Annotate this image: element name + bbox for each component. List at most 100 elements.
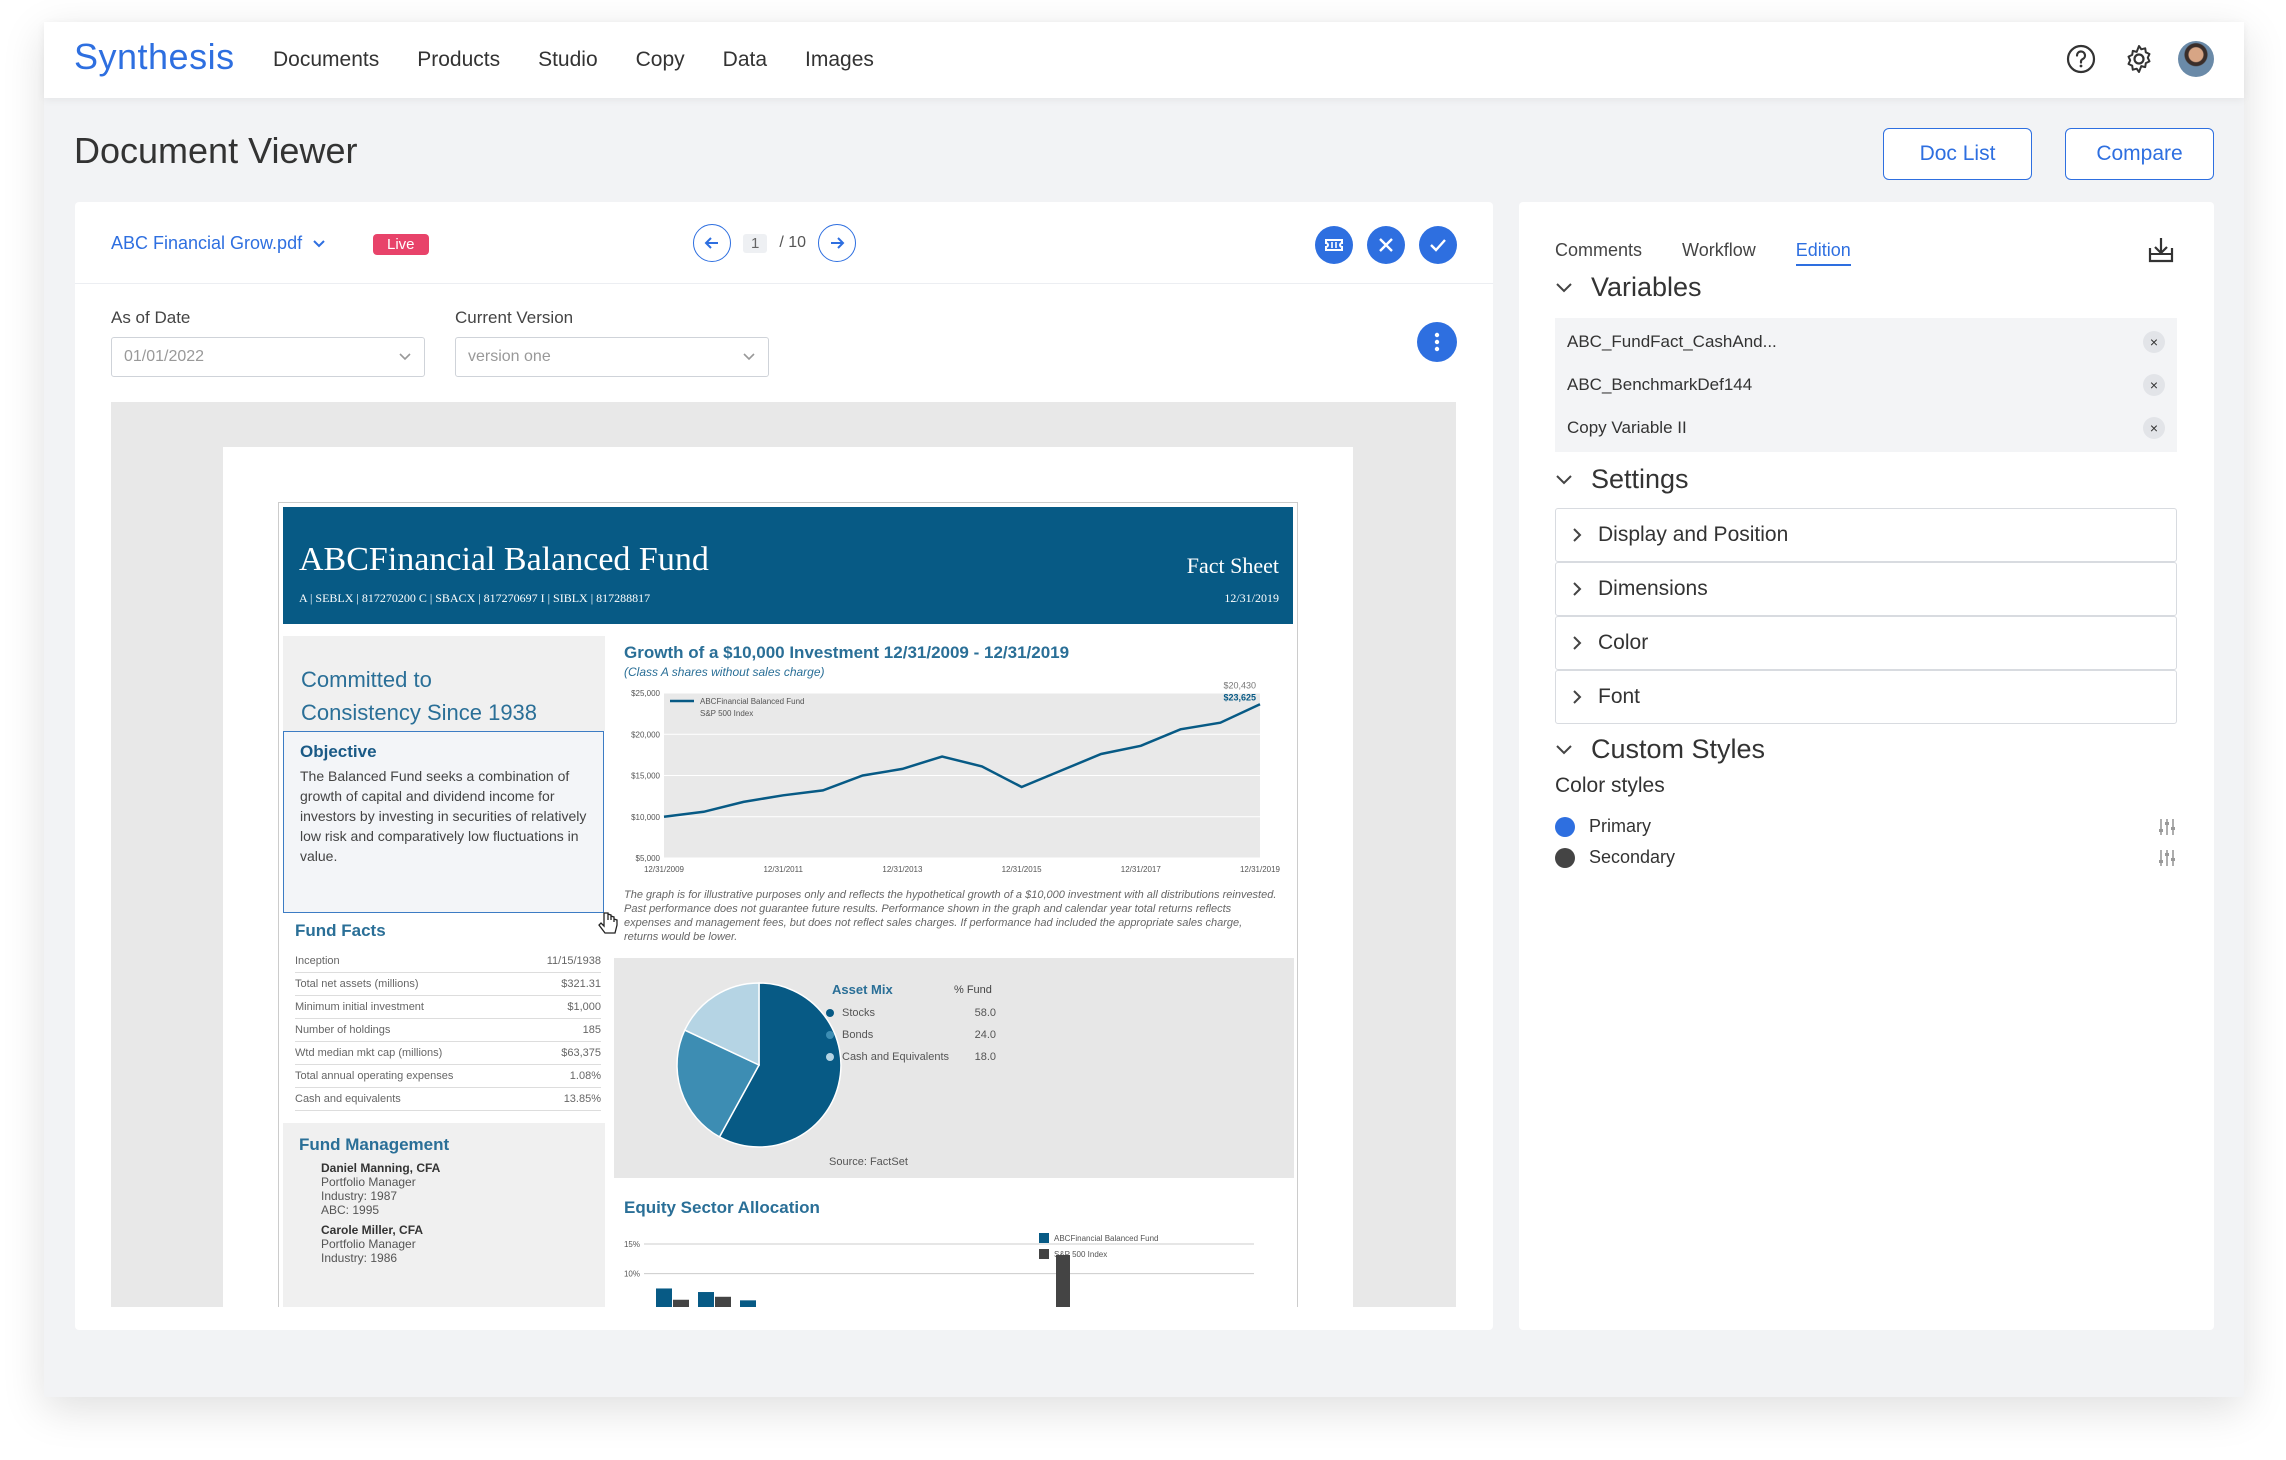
ticket-button[interactable] bbox=[1315, 226, 1353, 264]
more-options-button[interactable] bbox=[1417, 322, 1457, 362]
legend-label: Bonds bbox=[842, 1029, 874, 1041]
commitment-line-1: Committed to bbox=[301, 667, 432, 692]
legend-value: 58.0 bbox=[974, 1007, 996, 1019]
fact-value: 1.08% bbox=[569, 1070, 601, 1082]
variable-name: ABC_FundFact_CashAnd... bbox=[1567, 332, 1777, 351]
fund-management-title: Fund Management bbox=[299, 1135, 450, 1154]
manager-industry: Industry: 1986 bbox=[321, 1251, 398, 1265]
asset-mix-header: % Fund bbox=[954, 984, 992, 996]
tab-workflow[interactable]: Workflow bbox=[1682, 240, 1756, 266]
variables-section-header[interactable]: Variables bbox=[1555, 272, 1702, 303]
remove-icon[interactable]: × bbox=[2143, 331, 2165, 353]
nav-images[interactable]: Images bbox=[805, 48, 874, 72]
font-accordion[interactable]: Font bbox=[1555, 670, 2177, 724]
nav-data[interactable]: Data bbox=[723, 48, 767, 72]
chevron-down-icon bbox=[399, 353, 411, 361]
fund-tickers: A | SEBLX | 817270200 C | SBACX | 817270… bbox=[299, 591, 651, 605]
panel-tabs: Comments Workflow Edition bbox=[1555, 240, 1851, 266]
color-style-primary[interactable]: Primary bbox=[1555, 816, 2177, 837]
accordion-label: Display and Position bbox=[1598, 523, 1789, 546]
top-icons bbox=[2062, 40, 2214, 78]
approve-button[interactable] bbox=[1419, 226, 1457, 264]
color-style-name: Secondary bbox=[1589, 847, 1676, 867]
bar bbox=[1056, 1255, 1070, 1307]
color-accordion[interactable]: Color bbox=[1555, 616, 2177, 670]
color-swatch bbox=[1555, 847, 1575, 868]
fact-value: $321.31 bbox=[561, 978, 601, 990]
remove-icon[interactable]: × bbox=[2143, 417, 2165, 439]
page-title: Document Viewer bbox=[74, 130, 358, 171]
asset-mix-legend: Stocks 58.0 Bonds 24.0 Cash and Equivalent… bbox=[826, 1002, 996, 1068]
growth-chart-title: Growth of a $10,000 Investment 12/31/200… bbox=[624, 643, 1070, 662]
fact-value: $1,000 bbox=[567, 1001, 601, 1013]
fact-label: Minimum initial investment bbox=[295, 1001, 424, 1013]
dimensions-accordion[interactable]: Dimensions bbox=[1555, 562, 2177, 616]
fact-label: Inception bbox=[295, 955, 340, 967]
legend-label: S&P 500 Index bbox=[700, 709, 753, 718]
nav-products[interactable]: Products bbox=[417, 48, 500, 72]
color-style-secondary[interactable]: Secondary bbox=[1555, 847, 2177, 868]
y-tick-label: $15,000 bbox=[631, 772, 660, 781]
as-of-date-label: As of Date bbox=[111, 308, 191, 327]
next-page-button[interactable] bbox=[818, 224, 857, 262]
brand-logo[interactable]: Synthesis bbox=[74, 36, 235, 78]
objective-text: The Balanced Fund seeks a combination of… bbox=[300, 768, 587, 864]
legend-dot bbox=[826, 1053, 834, 1061]
manager-industry: Industry: 1987 bbox=[321, 1189, 398, 1203]
chevron-down-icon bbox=[743, 353, 755, 361]
tab-edition[interactable]: Edition bbox=[1795, 240, 1851, 266]
variable-chip[interactable]: ABC_BenchmarkDef144 × bbox=[1555, 361, 2177, 409]
objective-title: Objective bbox=[300, 742, 377, 761]
objective-box[interactable]: Objective The Balanced Fund seeks a comb… bbox=[283, 731, 604, 913]
commitment-line-2: Consistency Since 1938 bbox=[301, 700, 538, 725]
page-number-input[interactable]: 1 bbox=[743, 233, 768, 253]
help-icon[interactable] bbox=[2062, 40, 2100, 78]
sliders-icon[interactable] bbox=[2157, 818, 2177, 836]
x-tick-label: 12/31/2019 bbox=[1240, 865, 1281, 874]
nav-documents[interactable]: Documents bbox=[273, 48, 379, 72]
user-avatar[interactable] bbox=[2178, 41, 2214, 77]
settings-section-header[interactable]: Settings bbox=[1555, 464, 1689, 495]
reject-button[interactable] bbox=[1367, 226, 1405, 264]
x-tick-label: 12/31/2011 bbox=[763, 865, 803, 874]
manager-firm: ABC: 1995 bbox=[321, 1203, 380, 1217]
prev-page-button[interactable] bbox=[693, 224, 731, 262]
tab-comments[interactable]: Comments bbox=[1555, 240, 1642, 266]
file-selector[interactable]: ABC Financial Grow.pdf bbox=[111, 233, 326, 254]
fact-sheet: ABCFinancial Balanced Fund A | SEBLX | 8… bbox=[278, 502, 1298, 1307]
table-row: Number of holdings 185 bbox=[295, 1019, 601, 1042]
variable-chip[interactable]: Copy Variable II × bbox=[1555, 404, 2177, 452]
nav-copy[interactable]: Copy bbox=[636, 48, 685, 72]
custom-styles-section-header[interactable]: Custom Styles bbox=[1555, 734, 1765, 765]
nav-studio[interactable]: Studio bbox=[538, 48, 598, 72]
table-row: Inception 11/15/1938 bbox=[295, 950, 601, 973]
chevron-right-icon bbox=[1573, 690, 1582, 704]
fact-value: 185 bbox=[582, 1024, 601, 1036]
table-row: Total annual operating expenses 1.08% bbox=[295, 1065, 601, 1088]
y-tick-label: $25,000 bbox=[631, 689, 660, 698]
cursor-hand-icon bbox=[598, 912, 618, 934]
compare-button[interactable]: Compare bbox=[2065, 128, 2214, 180]
asset-mix-box: Asset Mix % Fund Stocks 58.0 Bonds 24.0 Ca… bbox=[614, 958, 1294, 1178]
legend-label: ABCFinancial Balanced Fund bbox=[700, 697, 805, 706]
save-icon[interactable] bbox=[2144, 234, 2178, 273]
as-of-date-select[interactable]: 01/01/2022 bbox=[111, 337, 425, 377]
equity-sector-title: Equity Sector Allocation bbox=[624, 1198, 820, 1217]
sliders-icon[interactable] bbox=[2157, 849, 2177, 867]
doc-list-button[interactable]: Doc List bbox=[1883, 128, 2032, 180]
end-label-fund: $23,625 bbox=[1223, 692, 1256, 702]
chevron-right-icon bbox=[1573, 582, 1582, 596]
table-row: Minimum initial investment $1,000 bbox=[295, 996, 601, 1019]
display-position-accordion[interactable]: Display and Position bbox=[1555, 508, 2177, 562]
arrow-right-icon bbox=[831, 237, 845, 249]
variable-chip[interactable]: ABC_FundFact_CashAnd... × bbox=[1555, 318, 2177, 366]
document-canvas[interactable]: ABCFinancial Balanced Fund A | SEBLX | 8… bbox=[111, 402, 1456, 1307]
legend-value: 18.0 bbox=[974, 1051, 996, 1063]
version-select[interactable]: version one bbox=[455, 337, 769, 377]
fund-title: ABCFinancial Balanced Fund bbox=[299, 541, 709, 578]
remove-icon[interactable]: × bbox=[2143, 374, 2165, 396]
gear-icon[interactable] bbox=[2120, 40, 2158, 78]
fact-label: Number of holdings bbox=[295, 1024, 391, 1036]
asset-mix-pie-chart bbox=[676, 982, 842, 1148]
color-swatch bbox=[1555, 816, 1575, 837]
